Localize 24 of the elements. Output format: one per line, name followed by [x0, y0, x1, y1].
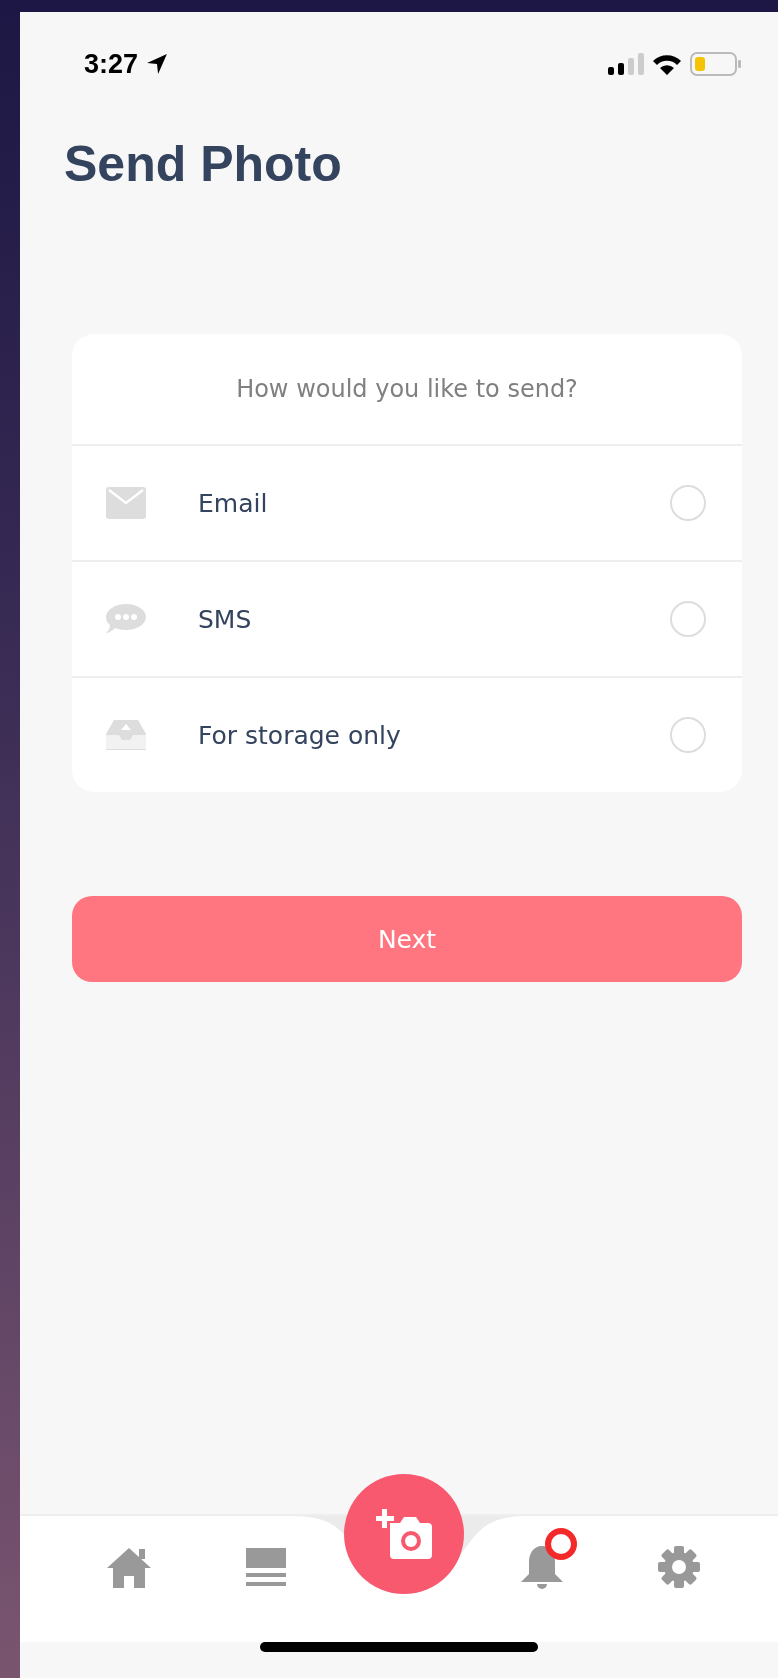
option-row[interactable]: SMS [72, 562, 742, 678]
radio-button[interactable] [670, 485, 706, 521]
battery-icon [690, 52, 742, 76]
status-time: 3:27 [84, 48, 139, 80]
option-label: Email [198, 488, 269, 518]
wifi-icon [652, 53, 682, 75]
settings-icon[interactable] [658, 1546, 701, 1588]
signal-icon [608, 53, 644, 75]
location-arrow-icon [146, 53, 169, 75]
option-row[interactable]: For storage only [72, 678, 742, 792]
radio-button[interactable] [670, 601, 706, 637]
home-icon[interactable] [106, 1546, 151, 1588]
option-row[interactable]: Email [72, 446, 742, 562]
bell-icon[interactable] [520, 1544, 563, 1590]
option-label: For storage only [198, 720, 402, 750]
add-photo-icon [376, 1509, 432, 1559]
chat-bubble-icon [106, 602, 146, 636]
list-icon[interactable] [246, 1548, 287, 1586]
option-label: SMS [198, 604, 253, 634]
question-text: How would you like to send? [72, 334, 742, 446]
envelope-icon [106, 487, 146, 519]
radio-button[interactable] [670, 717, 706, 753]
page-title: Send Photo [64, 135, 343, 194]
inbox-icon [106, 718, 146, 752]
